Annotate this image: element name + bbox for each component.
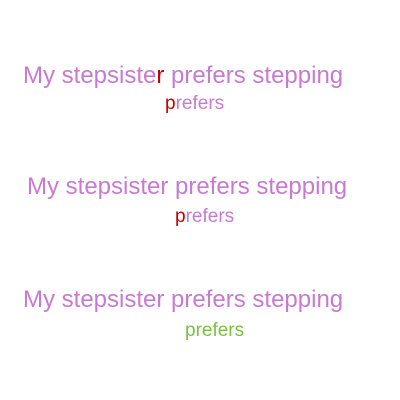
word-2: prefers bbox=[175, 206, 234, 228]
sentence-1-before: My stepsiste bbox=[23, 62, 157, 89]
sentence-1-after: prefers stepping bbox=[164, 62, 344, 89]
word-1-rest: refers bbox=[175, 93, 225, 114]
word-3-correct: prefers bbox=[185, 320, 245, 341]
word-2-highlight-letter: p bbox=[175, 206, 186, 227]
sentence-3: My stepsister prefers stepping bbox=[23, 286, 344, 313]
word-1: prefers bbox=[165, 93, 224, 115]
sentence-1: My stepsister prefers stepping bbox=[23, 62, 343, 90]
word-1-highlight-letter: p bbox=[165, 93, 176, 114]
word-2-rest: refers bbox=[185, 206, 235, 227]
sentence-2: My stepsister prefers stepping bbox=[27, 173, 348, 200]
